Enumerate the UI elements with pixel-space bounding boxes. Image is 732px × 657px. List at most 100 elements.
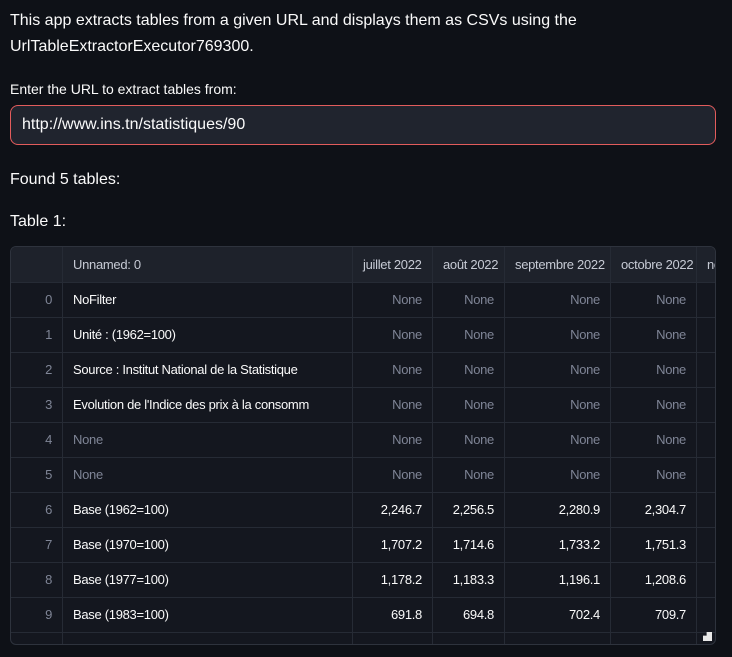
dataframe: Unnamed: 0juillet 2022août 2022septembre… xyxy=(10,246,716,645)
table-row: 4NoneNoneNoneNoneNone xyxy=(11,423,716,458)
data-cell[interactable]: 691.8 xyxy=(353,598,433,633)
data-cell[interactable]: Base (1962=100) xyxy=(63,493,353,528)
data-cell[interactable] xyxy=(697,563,716,598)
data-cell[interactable]: 709.7 xyxy=(611,598,697,633)
data-cell[interactable]: None xyxy=(505,283,611,318)
url-label: Enter the URL to extract tables from: xyxy=(10,81,716,98)
row-index-cell[interactable]: 0 xyxy=(11,283,63,318)
found-count-text: Found 5 tables: xyxy=(10,168,716,192)
data-cell[interactable]: None xyxy=(611,458,697,493)
data-cell[interactable]: None xyxy=(433,458,505,493)
data-cell[interactable] xyxy=(611,633,697,645)
table-row: 7Base (1970=100)1,707.21,714.61,733.21,7… xyxy=(11,528,716,563)
table-caption: Table 1: xyxy=(10,210,716,234)
data-cell[interactable]: None xyxy=(353,283,433,318)
data-cell[interactable]: None xyxy=(505,353,611,388)
header-cell[interactable]: août 2022 xyxy=(433,247,505,283)
data-cell[interactable]: Base (1970=100) xyxy=(63,528,353,563)
data-cell[interactable]: None xyxy=(505,458,611,493)
data-cell[interactable]: None xyxy=(353,388,433,423)
data-cell[interactable] xyxy=(697,458,716,493)
data-cell[interactable] xyxy=(697,353,716,388)
row-index-cell[interactable]: 10 xyxy=(11,633,63,645)
data-cell[interactable]: 1,196.1 xyxy=(505,563,611,598)
data-cell[interactable]: None xyxy=(611,388,697,423)
data-cell[interactable]: None xyxy=(611,423,697,458)
data-cell[interactable]: Unité : (1962=100) xyxy=(63,318,353,353)
data-cell[interactable] xyxy=(697,423,716,458)
data-cell[interactable]: None xyxy=(505,388,611,423)
data-cell[interactable]: 702.4 xyxy=(505,598,611,633)
table-row: 3Evolution de l'Indice des prix à la con… xyxy=(11,388,716,423)
data-cell[interactable]: 2,304.7 xyxy=(611,493,697,528)
row-index-cell[interactable]: 5 xyxy=(11,458,63,493)
data-cell[interactable]: None xyxy=(63,458,353,493)
data-cell[interactable]: None xyxy=(433,423,505,458)
table-row: 9Base (1983=100)691.8694.8702.4709.7 xyxy=(11,598,716,633)
data-cell[interactable]: None xyxy=(353,458,433,493)
data-cell[interactable]: None xyxy=(611,283,697,318)
data-cell[interactable] xyxy=(697,388,716,423)
header-cell[interactable]: septembre 2022 xyxy=(505,247,611,283)
data-cell[interactable]: 1,707.2 xyxy=(353,528,433,563)
data-cell[interactable]: 1,178.2 xyxy=(353,563,433,598)
data-cell[interactable] xyxy=(353,633,433,645)
data-cell[interactable] xyxy=(697,283,716,318)
data-cell[interactable] xyxy=(433,633,505,645)
data-cell[interactable]: 1,183.3 xyxy=(433,563,505,598)
data-cell[interactable]: None xyxy=(505,423,611,458)
data-cell[interactable]: 1,751.3 xyxy=(611,528,697,563)
intro-text: This app extracts tables from a given UR… xyxy=(10,8,716,60)
data-cell[interactable]: 1,714.6 xyxy=(433,528,505,563)
row-index-cell[interactable]: 1 xyxy=(11,318,63,353)
row-index-cell[interactable]: 2 xyxy=(11,353,63,388)
data-cell[interactable]: None xyxy=(63,423,353,458)
header-cell[interactable]: octobre 2022 xyxy=(611,247,697,283)
table-row: 5NoneNoneNoneNoneNone xyxy=(11,458,716,493)
header-cell[interactable]: Unnamed: 0 xyxy=(63,247,353,283)
row-index-cell[interactable]: 9 xyxy=(11,598,63,633)
data-cell[interactable]: 694.8 xyxy=(433,598,505,633)
data-cell[interactable]: NoFilter xyxy=(63,283,353,318)
data-cell[interactable]: Base (1983=100) xyxy=(63,598,353,633)
data-cell[interactable]: None xyxy=(433,388,505,423)
data-cell[interactable] xyxy=(697,318,716,353)
row-index-cell[interactable]: 4 xyxy=(11,423,63,458)
data-cell[interactable] xyxy=(697,528,716,563)
data-cell[interactable]: 1,208.6 xyxy=(611,563,697,598)
data-cell[interactable]: None xyxy=(353,353,433,388)
data-cell[interactable]: None xyxy=(433,283,505,318)
data-cell[interactable] xyxy=(505,633,611,645)
data-cell[interactable] xyxy=(697,598,716,633)
row-index-cell[interactable]: 8 xyxy=(11,563,63,598)
data-cell[interactable]: 2,280.9 xyxy=(505,493,611,528)
data-cell[interactable] xyxy=(697,493,716,528)
data-cell[interactable]: None xyxy=(611,318,697,353)
header-cell[interactable]: novembre 2022 xyxy=(697,247,716,283)
table-row: 2Source : Institut National de la Statis… xyxy=(11,353,716,388)
data-cell[interactable]: Base (1990=100) xyxy=(63,633,353,645)
table-row: 1Unité : (1962=100)NoneNoneNoneNone xyxy=(11,318,716,353)
data-cell[interactable]: None xyxy=(505,318,611,353)
data-cell[interactable]: None xyxy=(353,423,433,458)
app-content: This app extracts tables from a given UR… xyxy=(10,8,716,645)
table-row: 6Base (1962=100)2,246.72,256.52,280.92,3… xyxy=(11,493,716,528)
header-cell[interactable]: juillet 2022 xyxy=(353,247,433,283)
data-cell[interactable]: 2,246.7 xyxy=(353,493,433,528)
dataframe-grid: Unnamed: 0juillet 2022août 2022septembre… xyxy=(11,247,715,645)
data-cell[interactable]: 1,733.2 xyxy=(505,528,611,563)
header-cell-index[interactable] xyxy=(11,247,63,283)
data-cell[interactable]: None xyxy=(433,318,505,353)
data-cell[interactable]: Source : Institut National de la Statist… xyxy=(63,353,353,388)
row-index-cell[interactable]: 3 xyxy=(11,388,63,423)
data-cell[interactable]: Base (1977=100) xyxy=(63,563,353,598)
data-cell[interactable]: None xyxy=(353,318,433,353)
row-index-cell[interactable]: 7 xyxy=(11,528,63,563)
url-input[interactable] xyxy=(10,105,716,145)
data-cell[interactable]: None xyxy=(433,353,505,388)
data-cell[interactable]: None xyxy=(611,353,697,388)
row-index-cell[interactable]: 6 xyxy=(11,493,63,528)
header-row: Unnamed: 0juillet 2022août 2022septembre… xyxy=(11,247,716,283)
data-cell[interactable]: Evolution de l'Indice des prix à la cons… xyxy=(63,388,353,423)
data-cell[interactable]: 2,256.5 xyxy=(433,493,505,528)
